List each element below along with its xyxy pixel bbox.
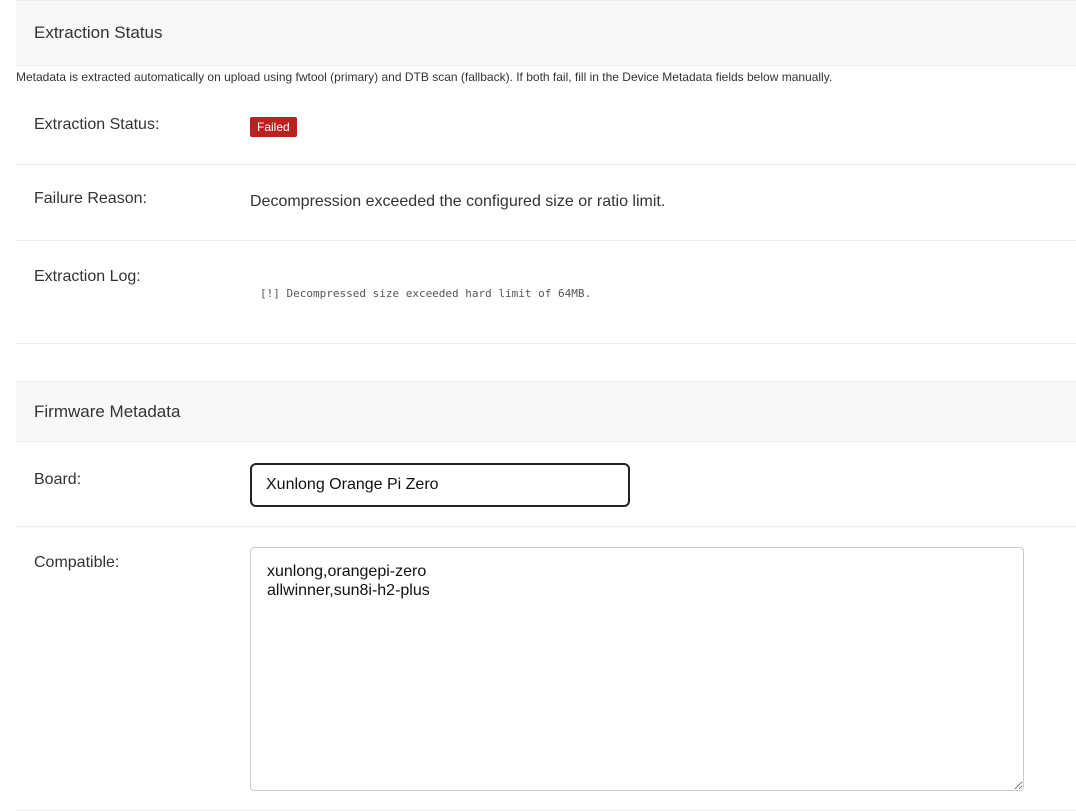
compatible-textarea[interactable]: xunlong,orangepi-zero allwinner,sun8i-h2… (250, 547, 1024, 791)
failure-reason-row: Failure Reason: Decompression exceeded t… (16, 165, 1076, 241)
failure-reason-value: Decompression exceeded the configured si… (250, 193, 666, 210)
extraction-log-row: Extraction Log: [!] Decompressed size ex… (16, 241, 1076, 344)
board-input[interactable] (250, 463, 630, 507)
extraction-description: Metadata is extracted automatically on u… (16, 70, 833, 84)
extraction-status-title: Extraction Status (34, 23, 163, 42)
compatible-row: Compatible: xunlong,orangepi-zero allwin… (16, 527, 1076, 811)
extraction-log-label: Extraction Log: (34, 268, 141, 285)
extraction-status-header: Extraction Status (16, 0, 1076, 66)
compatible-label: Compatible: (34, 554, 120, 571)
firmware-metadata-title: Firmware Metadata (34, 401, 181, 421)
board-row: Board: (16, 442, 1076, 527)
page: Extraction Status Metadata is extracted … (0, 0, 1076, 811)
board-label: Board: (34, 471, 82, 488)
extraction-status-row: Extraction Status: Failed (16, 96, 1076, 165)
firmware-metadata-header: Firmware Metadata (16, 381, 1076, 442)
failure-reason-label: Failure Reason: (34, 190, 147, 207)
extraction-status-label: Extraction Status: (34, 116, 160, 133)
extraction-log-value: [!] Decompressed size exceeded hard limi… (260, 287, 592, 300)
status-badge: Failed (250, 117, 297, 137)
